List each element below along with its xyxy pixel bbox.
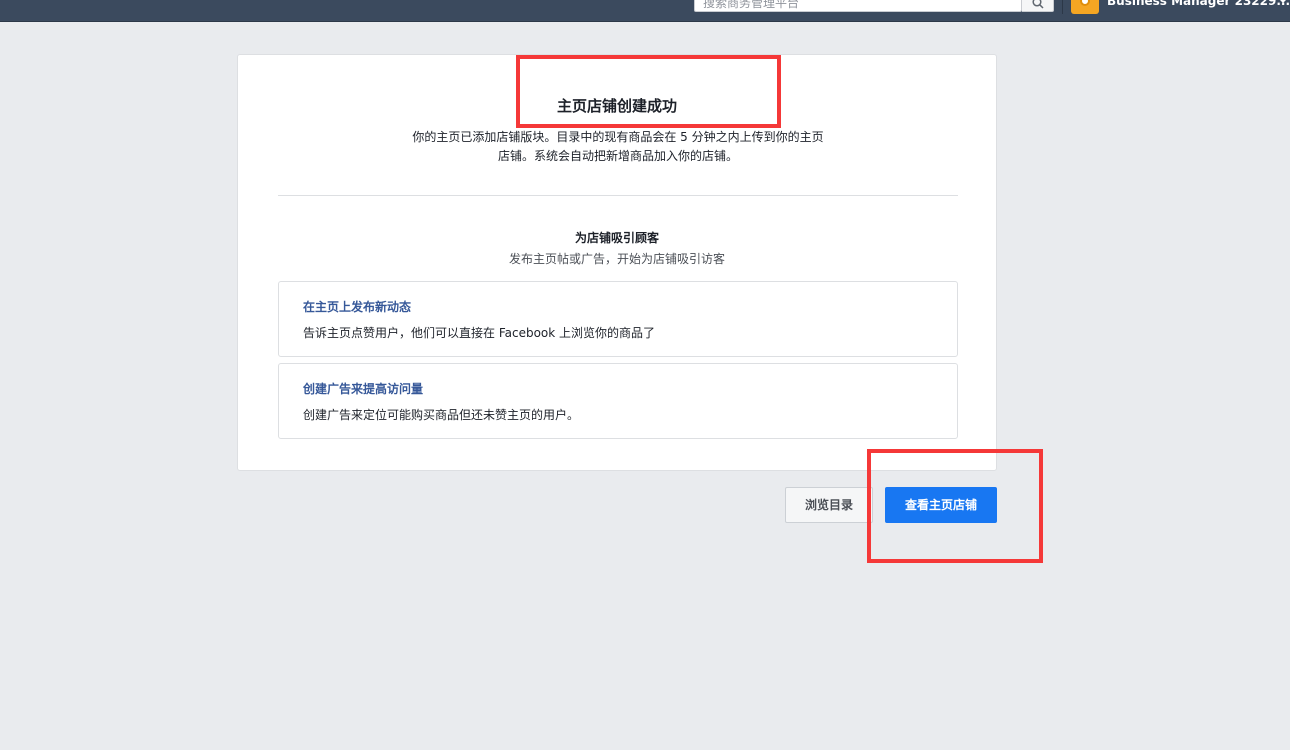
top-navigation-bar: 搜索商务管理平台 Business Manager 23229... (0, 0, 1290, 22)
search-button[interactable] (1022, 0, 1054, 12)
shop-success-card: 主页店铺创建成功 你的主页已添加店铺版块。目录中的现有商品会在 5 分钟之内上传… (237, 54, 997, 471)
success-description: 你的主页已添加店铺版块。目录中的现有商品会在 5 分钟之内上传到你的主页店铺。系… (412, 130, 824, 163)
section-title: 为店铺吸引顾客 (574, 231, 659, 245)
option-create-ad[interactable]: 创建广告来提高访问量 创建广告来定位可能购买商品但还未赞主页的用户。 (278, 363, 958, 439)
page-title: 主页店铺创建成功 (556, 97, 677, 115)
search-input[interactable]: 搜索商务管理平台 (694, 0, 1022, 12)
section-subtitle: 发布主页帖或广告，开始为店铺吸引访客 (508, 252, 725, 266)
option-title[interactable]: 在主页上发布新动态 (303, 298, 411, 315)
topbar-divider (1062, 0, 1063, 14)
option-publish-post[interactable]: 在主页上发布新动态 告诉主页点赞用户，他们可以直接在 Facebook 上浏览你… (278, 281, 958, 357)
option-description: 创建广告来定位可能购买商品但还未赞主页的用户。 (303, 408, 580, 422)
view-shop-button[interactable]: 查看主页店铺 (885, 487, 997, 523)
divider (278, 195, 958, 196)
chevron-down-icon[interactable] (1278, 0, 1288, 3)
option-title[interactable]: 创建广告来提高访问量 (303, 380, 423, 397)
option-description: 告诉主页点赞用户，他们可以直接在 Facebook 上浏览你的商品了 (303, 326, 656, 340)
search-icon (1032, 0, 1044, 9)
browse-catalog-button[interactable]: 浏览目录 (785, 487, 873, 523)
business-account-name[interactable]: Business Manager 23229... (1107, 0, 1290, 8)
camera-logo-icon[interactable] (1071, 0, 1099, 14)
